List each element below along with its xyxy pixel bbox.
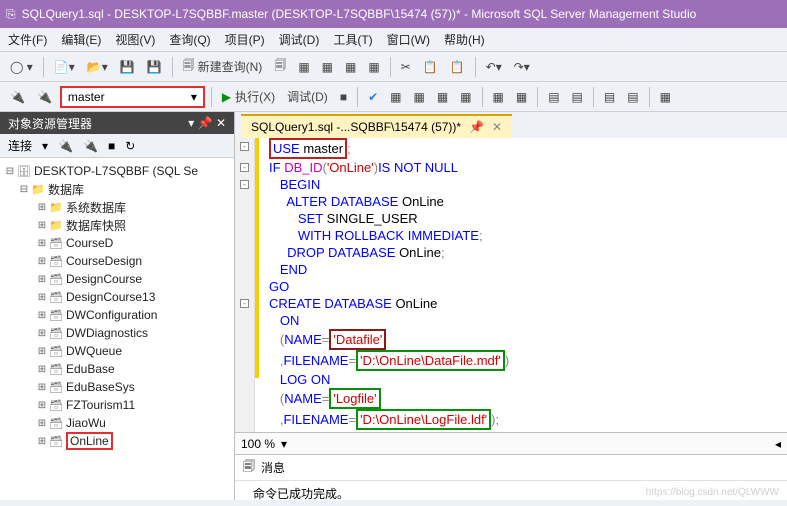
window-title: SQLQuery1.sql - DESKTOP-L7SQBBF.master (… <box>22 7 697 21</box>
db-node[interactable]: ⊞🗃DWConfiguration <box>0 306 234 324</box>
message-icon: 🗐 <box>243 457 255 478</box>
scroll-left-icon[interactable]: ◂ <box>775 437 781 451</box>
editor-tabstrip: SQLQuery1.sql -...SQBBF\15474 (57))* 📌 ✕ <box>235 112 787 138</box>
connect-label[interactable]: 连接 <box>8 137 32 154</box>
server-node[interactable]: ⊟🗄DESKTOP-L7SQBBF (SQL Se <box>0 162 234 180</box>
cut-button[interactable]: ✂ <box>397 56 415 78</box>
code-editor[interactable]: -USE master; -IF DB_ID('OnLine')IS NOT N… <box>235 138 787 432</box>
pin-icon[interactable]: 📌 <box>469 120 484 134</box>
object-explorer-title: 对象资源管理器 ▾ 📌 ✕ <box>0 112 234 134</box>
menu-query[interactable]: 查询(Q) <box>169 31 210 48</box>
change-connection-button[interactable]: 🔌 <box>33 86 56 108</box>
db-node[interactable]: ⊞🗃FZTourism11 <box>0 396 234 414</box>
db-node[interactable]: ⊞🗃CourseDesign <box>0 252 234 270</box>
plan-button[interactable]: ▦ <box>386 86 405 108</box>
options-button[interactable]: ▦ <box>409 86 428 108</box>
db-node[interactable]: ⊞🗃DWDiagnostics <box>0 324 234 342</box>
database-snapshots-folder[interactable]: ⊞📁数据库快照 <box>0 216 234 234</box>
app-icon: ⎘ <box>6 7 16 22</box>
outdent-button[interactable]: ▤ <box>623 86 642 108</box>
menu-window[interactable]: 窗口(W) <box>387 31 430 48</box>
undo-button[interactable]: ↶▾ <box>482 56 506 78</box>
open-button[interactable]: 📂▾ <box>83 56 112 78</box>
filter2-icon[interactable]: 🔌 <box>83 139 98 153</box>
pin-icon[interactable]: 📌 <box>198 116 213 130</box>
copy-button[interactable]: 📋 <box>419 56 442 78</box>
toolbar-query: 🔌 🔌 master ▾ ▶ 执行(X) 调试(D) ■ ✔ ▦ ▦ ▦ ▦ ▦… <box>0 82 787 112</box>
object-explorer-toolbar: 连接▾ 🔌 🔌 ■ ↻ <box>0 134 234 158</box>
specify-values-button[interactable]: ▦ <box>656 86 675 108</box>
new-project-button[interactable]: 📄▾ <box>50 56 79 78</box>
messages-tab[interactable]: 🗐 消息 <box>235 455 787 481</box>
editor-tab[interactable]: SQLQuery1.sql -...SQBBF\15474 (57))* 📌 ✕ <box>241 114 512 138</box>
execute-button[interactable]: ▶ 执行(X) <box>218 86 279 108</box>
close-icon[interactable]: ✕ <box>216 116 226 130</box>
window-titlebar: ⎘ SQLQuery1.sql - DESKTOP-L7SQBBF.master… <box>0 0 787 28</box>
uncomment-button[interactable]: ▤ <box>568 86 587 108</box>
database-combo[interactable]: master ▾ <box>60 86 205 108</box>
save-button[interactable]: 💾 <box>116 56 139 78</box>
dax-button[interactable]: ▦ <box>364 56 383 78</box>
stop-icon[interactable]: ■ <box>108 139 115 153</box>
debug-button[interactable]: 调试(D) <box>283 86 332 108</box>
database-selected: master <box>68 90 105 104</box>
xmla-button[interactable]: ▦ <box>341 56 360 78</box>
parse-button[interactable]: ✔ <box>364 86 382 108</box>
menu-project[interactable]: 项目(P) <box>225 31 265 48</box>
menu-help[interactable]: 帮助(H) <box>444 31 485 48</box>
filter-icon[interactable]: 🔌 <box>58 139 73 153</box>
script-button[interactable]: 🗐 <box>270 56 290 78</box>
editor-area: SQLQuery1.sql -...SQBBF\15474 (57))* 📌 ✕… <box>235 112 787 500</box>
chevron-down-icon: ▾ <box>191 90 197 104</box>
mdx-button[interactable]: ▦ <box>294 56 313 78</box>
menu-file[interactable]: 文件(F) <box>8 31 47 48</box>
tab-label: SQLQuery1.sql -...SQBBF\15474 (57))* <box>251 120 461 134</box>
menu-edit[interactable]: 编辑(E) <box>61 31 101 48</box>
menu-debug[interactable]: 调试(D) <box>279 31 320 48</box>
db-node[interactable]: ⊞🗃JiaoWu <box>0 414 234 432</box>
zoom-bar: 100 % ▾ ◂ <box>235 432 787 454</box>
menu-tools[interactable]: 工具(T) <box>333 31 372 48</box>
databases-folder[interactable]: ⊟📁数据库 <box>0 180 234 198</box>
paste-button[interactable]: 📋 <box>446 56 469 78</box>
include-stats-button[interactable]: ▦ <box>512 86 531 108</box>
indent-button[interactable]: ▤ <box>600 86 619 108</box>
system-databases-folder[interactable]: ⊞📁系统数据库 <box>0 198 234 216</box>
db-node[interactable]: ⊞🗃DWQueue <box>0 342 234 360</box>
save-all-button[interactable]: 💾 <box>143 56 166 78</box>
dmx-button[interactable]: ▦ <box>318 56 337 78</box>
object-tree[interactable]: ⊟🗄DESKTOP-L7SQBBF (SQL Se ⊟📁数据库 ⊞📁系统数据库 … <box>0 158 234 500</box>
nav-back-button[interactable]: ◯ ▾ <box>6 56 37 78</box>
refresh-icon[interactable]: ↻ <box>125 139 135 153</box>
zoom-level[interactable]: 100 % <box>241 437 275 451</box>
watermark: https://blog.csdn.net/QLWWW <box>646 487 779 498</box>
chevron-down-icon[interactable]: ▾ <box>281 437 287 451</box>
db-node[interactable]: ⊞🗃EduBaseSys <box>0 378 234 396</box>
results-text-button[interactable]: ▦ <box>456 86 475 108</box>
menu-view[interactable]: 视图(V) <box>115 31 155 48</box>
close-icon[interactable]: ✕ <box>492 120 502 134</box>
results-grid-button[interactable]: ▦ <box>433 86 452 108</box>
db-node[interactable]: ⊞🗃DesignCourse13 <box>0 288 234 306</box>
db-node[interactable]: ⊞🗃EduBase <box>0 360 234 378</box>
connect-button[interactable]: 🔌 <box>6 86 29 108</box>
comment-button[interactable]: ▤ <box>544 86 563 108</box>
db-node[interactable]: ⊞🗃CourseD <box>0 234 234 252</box>
db-node[interactable]: ⊞🗃DesignCourse <box>0 270 234 288</box>
redo-button[interactable]: ↷▾ <box>510 56 534 78</box>
object-explorer-panel: 对象资源管理器 ▾ 📌 ✕ 连接▾ 🔌 🔌 ■ ↻ ⊟🗄DESKTOP-L7SQ… <box>0 112 235 500</box>
new-query-button[interactable]: 🗐 新建查询(N) <box>179 56 267 78</box>
menu-bar: 文件(F) 编辑(E) 视图(V) 查询(Q) 项目(P) 调试(D) 工具(T… <box>0 28 787 52</box>
toolbar-main: ◯ ▾ 📄▾ 📂▾ 💾 💾 🗐 新建查询(N) 🗐 ▦ ▦ ▦ ▦ ✂ 📋 📋 … <box>0 52 787 82</box>
stop-button[interactable]: ■ <box>336 86 351 108</box>
dropdown-icon[interactable]: ▾ <box>188 116 194 130</box>
include-plan-button[interactable]: ▦ <box>489 86 508 108</box>
db-node-online[interactable]: ⊞🗃OnLine <box>0 432 234 450</box>
